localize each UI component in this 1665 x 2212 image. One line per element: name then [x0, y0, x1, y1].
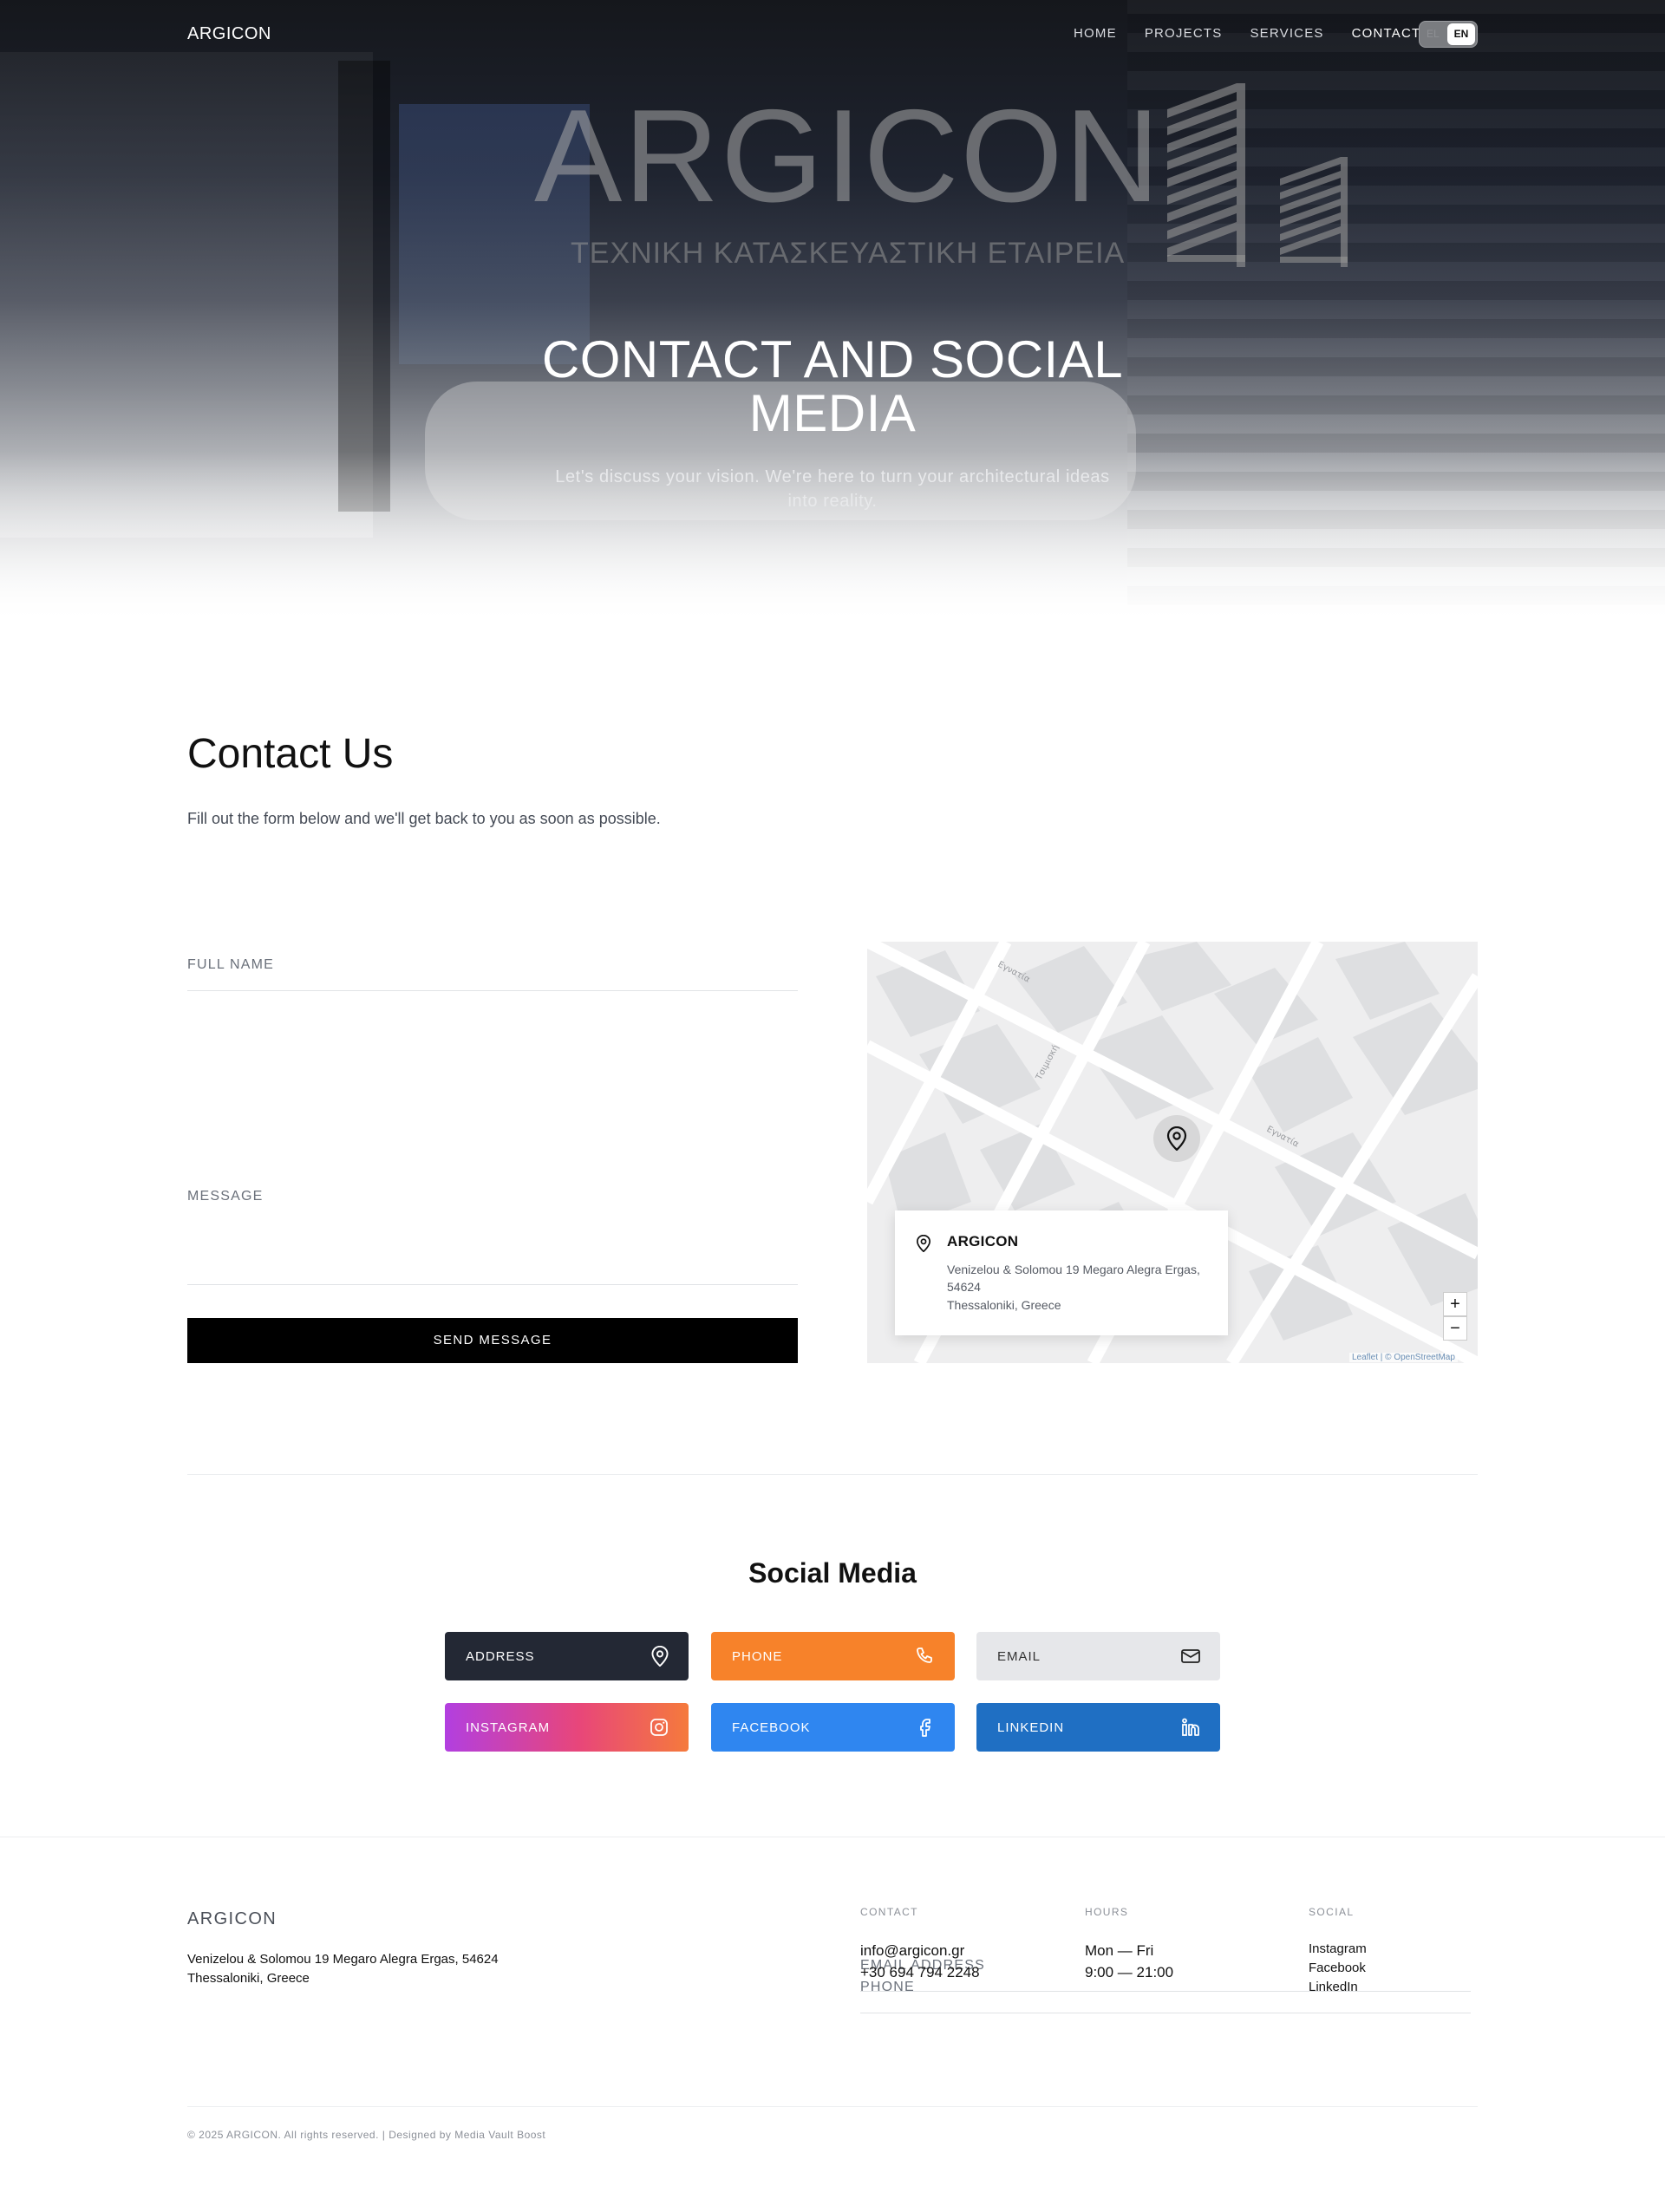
top-navigation: ARGICON HOME PROJECTS SERVICES CONTACT E…: [0, 0, 1665, 69]
contact-description: Fill out the form below and we'll get ba…: [187, 810, 661, 827]
contact-title: Contact Us: [187, 731, 394, 777]
language-option-en[interactable]: EN: [1447, 23, 1475, 45]
footer-phone[interactable]: +30 694 794 2248: [860, 1964, 980, 2013]
message-field[interactable]: MESSAGE: [187, 1173, 798, 1285]
hero-logo-wordmark: ARGICON: [534, 82, 1162, 230]
social-media-title: Social Media: [748, 1557, 917, 1589]
footer-address-line2: Thessaloniki, Greece: [187, 1971, 310, 1986]
map-location-pin-icon[interactable]: [1153, 1115, 1200, 1162]
map-info-card: ARGICON Venizelou & Solomou 19 Megaro Al…: [895, 1210, 1228, 1335]
phone-icon: [917, 1648, 932, 1663]
footer-hours-heading: HOURS: [1085, 1906, 1129, 1918]
nav-link-projects[interactable]: PROJECTS: [1145, 26, 1223, 41]
map-card-name: ARGICON: [947, 1233, 1019, 1250]
nav-link-contact[interactable]: CONTACT: [1352, 26, 1421, 41]
facebook-button[interactable]: FACEBOOK: [711, 1703, 955, 1752]
footer-bottom-divider: [187, 2106, 1478, 2107]
language-toggle[interactable]: EL EN: [1419, 21, 1478, 48]
address-button[interactable]: ADDRESS: [445, 1632, 689, 1680]
mail-icon: [1181, 1649, 1200, 1663]
message-label: MESSAGE: [187, 1189, 264, 1204]
full-name-label: FULL NAME: [187, 957, 275, 972]
map-pin-icon: [651, 1646, 669, 1667]
map-card-address: Venizelou & Solomou 19 Megaro Alegra Erg…: [947, 1263, 1200, 1294]
full-name-field[interactable]: FULL NAME: [187, 942, 798, 991]
map-attribution[interactable]: Leaflet | © OpenStreetMap: [1349, 1353, 1458, 1362]
footer-contact-heading: CONTACT: [860, 1906, 918, 1918]
email-button[interactable]: EMAIL: [976, 1632, 1220, 1680]
address-button-label: ADDRESS: [466, 1649, 535, 1664]
nav-links: HOME PROJECTS SERVICES CONTACT: [1074, 26, 1420, 41]
map-card-city: Thessaloniki, Greece: [947, 1298, 1061, 1312]
footer-hours-time: 9:00 — 21:00: [1085, 1964, 1174, 1980]
footer-social-heading: SOCIAL: [1309, 1906, 1355, 1918]
hero-section: ARGICON ΤΕΧΝΙΚΗ ΚΑΤΑΣΚΕΥΑΣΤΙΚΗ ΕΤΑΙΡΕΙΑ …: [0, 0, 1665, 624]
section-divider: [187, 1474, 1478, 1475]
hero-title: CONTACT AND SOCIAL MEDIA: [541, 330, 1124, 442]
instagram-icon: [650, 1719, 668, 1736]
send-message-button[interactable]: SEND MESSAGE: [187, 1318, 798, 1363]
nav-brand-logo[interactable]: ARGICON: [187, 24, 271, 44]
phone-button-label: PHONE: [732, 1649, 783, 1664]
footer-link-linkedin[interactable]: LinkedIn: [1309, 1980, 1358, 1994]
buildings-logo-icon: [1167, 83, 1348, 267]
nav-link-services[interactable]: SERVICES: [1250, 26, 1323, 41]
linkedin-button-label: LINKEDIN: [997, 1720, 1065, 1735]
footer-hours-days: Mon — Fri: [1085, 1942, 1154, 1959]
map-zoom-in-button[interactable]: +: [1443, 1292, 1467, 1316]
phone-button[interactable]: PHONE: [711, 1632, 955, 1680]
language-option-el[interactable]: EL: [1427, 28, 1440, 40]
footer-link-facebook[interactable]: Facebook: [1309, 1961, 1366, 1975]
map-zoom-out-button[interactable]: −: [1443, 1316, 1467, 1341]
linkedin-button[interactable]: LINKEDIN: [976, 1703, 1220, 1752]
instagram-button-label: INSTAGRAM: [466, 1720, 551, 1735]
facebook-icon: [920, 1719, 930, 1737]
copyright-text: © 2025 ARGICON. All rights reserved. | D…: [187, 2129, 546, 2141]
footer-address-line1: Venizelou & Solomou 19 Megaro Alegra Erg…: [187, 1952, 499, 1967]
linkedin-icon: [1182, 1718, 1199, 1736]
footer-brand: ARGICON: [187, 1909, 278, 1928]
footer-link-instagram[interactable]: Instagram: [1309, 1941, 1367, 1956]
hero-bg-pillar: [338, 61, 390, 512]
nav-link-home[interactable]: HOME: [1074, 26, 1117, 41]
instagram-button[interactable]: INSTAGRAM: [445, 1703, 689, 1752]
hero-subtitle: Let's discuss your vision. We're here to…: [555, 467, 1110, 511]
facebook-button-label: FACEBOOK: [732, 1720, 811, 1735]
email-button-label: EMAIL: [997, 1649, 1041, 1664]
location-pin-icon: [916, 1235, 931, 1252]
hero-logo-tagline: ΤΕΧΝΙΚΗ ΚΑΤΑΣΚΕΥΑΣΤΙΚΗ ΕΤΑΙΡΕΙΑ: [571, 237, 1126, 270]
